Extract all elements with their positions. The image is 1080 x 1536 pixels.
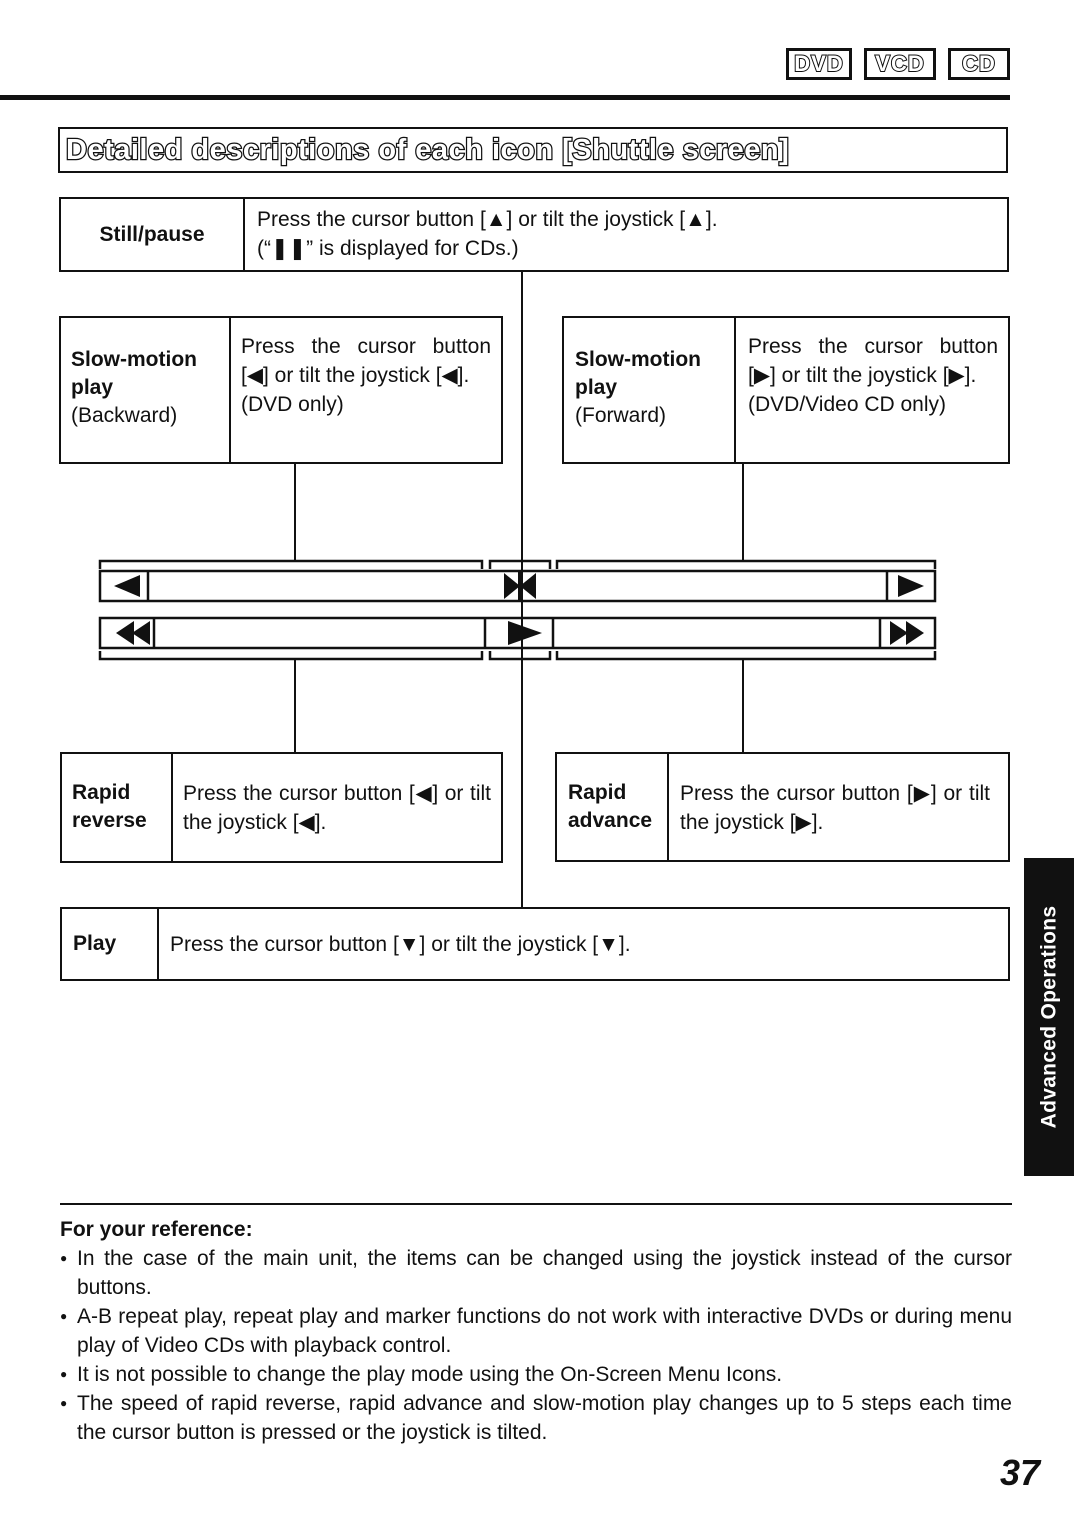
rapid-advance-box: Rapid advance Press the cursor button [▶… [555, 752, 1010, 862]
reference-item: In the case of the main unit, the items … [60, 1244, 1012, 1302]
bracket-bottom-right [555, 651, 937, 661]
slow-forward-label: Slow-motion play [575, 348, 701, 399]
rapid-advance-label-1: Rapid [568, 781, 627, 804]
slow-backward-note: (DVD only) [241, 393, 344, 416]
connector-slow-forward [742, 462, 744, 560]
connector-slow-backward [294, 462, 296, 560]
bracket-top-center [488, 559, 552, 569]
section-side-tab: Advanced Operations [1024, 858, 1074, 1176]
reference-heading: For your reference: [60, 1218, 253, 1241]
slow-forward-sublabel: (Forward) [575, 404, 667, 427]
cd-badge: CD [948, 48, 1010, 80]
play-desc: Press the cursor button [▼] or tilt the … [170, 932, 631, 956]
reference-item: It is not possible to change the play mo… [60, 1360, 1012, 1389]
page-number: 37 [1000, 1452, 1041, 1493]
rapid-reverse-icon [116, 621, 150, 645]
section-title-text: Detailed descriptions of each icon [Shut… [65, 132, 790, 167]
reference-item: The speed of rapid reverse, rapid advanc… [60, 1389, 1012, 1447]
slow-backward-icon [114, 575, 140, 597]
bracket-bottom-center [488, 651, 552, 661]
vcd-badge: VCD [864, 48, 936, 80]
still-pause-label: Still/pause [61, 199, 245, 270]
still-pause-icon [504, 571, 536, 601]
play-box: Play Press the cursor button [▼] or tilt… [60, 907, 1010, 981]
rapid-reverse-label-2: reverse [72, 809, 147, 832]
reference-rule [60, 1203, 1012, 1205]
slow-forward-icon [898, 575, 924, 597]
shuttle-bar-diagram [98, 559, 937, 661]
rapid-reverse-label-1: Rapid [72, 781, 131, 804]
still-pause-box: Still/pause Press the cursor button [▲] … [59, 197, 1009, 272]
still-pause-note: (“❚❚” is displayed for CDs.) [257, 237, 519, 260]
still-pause-desc: Press the cursor button [▲] or tilt the … [257, 208, 718, 231]
play-label: Play [62, 909, 159, 979]
header-rule [0, 95, 1010, 100]
connector-rapid-advance [742, 660, 744, 753]
bracket-top-left [98, 559, 484, 569]
play-icon [508, 621, 542, 645]
rapid-reverse-box: Rapid reverse Press the cursor button [◀… [60, 752, 503, 863]
reference-list: In the case of the main unit, the items … [60, 1244, 1012, 1447]
side-tab-label: Advanced Operations [1037, 905, 1061, 1129]
connector-rapid-reverse [294, 660, 296, 753]
slow-forward-note: (DVD/Video CD only) [748, 393, 947, 416]
rapid-advance-label-2: advance [568, 809, 653, 832]
section-title: Detailed descriptions of each icon [Shut… [58, 127, 1008, 173]
slow-backward-desc: Press the cursor button [◀] or tilt the … [241, 335, 491, 387]
rapid-reverse-desc: Press the cursor button [◀] or tilt the … [183, 782, 491, 834]
slow-backward-box: Slow-motion play (Backward) Press the cu… [59, 316, 503, 464]
rapid-advance-desc: Press the cursor button [▶] or tilt the … [680, 782, 990, 834]
reference-section: For your reference: In the case of the m… [60, 1215, 1012, 1447]
slow-forward-box: Slow-motion play (Forward) Press the cur… [562, 316, 1010, 464]
dvd-badge: DVD [786, 48, 852, 80]
rapid-advance-icon [890, 621, 924, 645]
reference-item: A-B repeat play, repeat play and marker … [60, 1302, 1012, 1360]
bracket-bottom-left [98, 651, 484, 661]
slow-backward-label: Slow-motion play [71, 348, 197, 399]
slow-backward-sublabel: (Backward) [71, 404, 178, 427]
slow-forward-desc: Press the cursor button [▶] or tilt the … [748, 335, 998, 387]
bracket-top-right [555, 559, 937, 569]
